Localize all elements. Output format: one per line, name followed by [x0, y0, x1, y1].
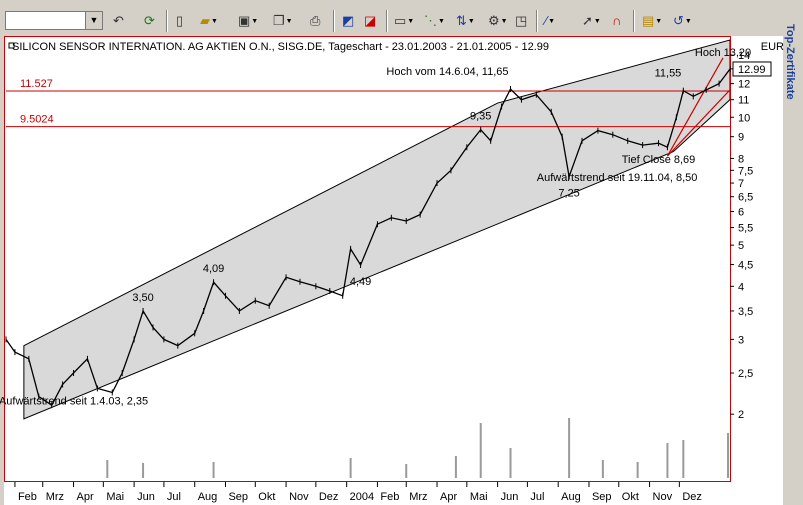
x-tick-label: Aug	[198, 491, 218, 503]
trend-channel	[23, 39, 730, 420]
y-tick-label: 5,5	[738, 223, 753, 235]
y-tick-label: 5	[738, 240, 744, 252]
x-tick-label: Feb	[18, 491, 37, 503]
y-tick-label: 7,5	[738, 165, 753, 177]
annotation-label: 11,55	[655, 68, 682, 80]
volume-bar	[509, 448, 512, 478]
volume-bar	[601, 460, 604, 478]
volume-bar	[349, 458, 352, 478]
volume-bar	[142, 463, 145, 478]
annotation-label: 9,35	[470, 111, 491, 123]
x-tick-label: Mrz	[46, 491, 64, 503]
y-tick-label: 4	[738, 281, 744, 293]
annotation-label: 7,25	[558, 188, 579, 200]
y-tick-label: 6,5	[738, 192, 753, 204]
x-tick-label: Mai	[106, 491, 124, 503]
volume-bar	[106, 460, 109, 478]
x-tick-label: Jul	[530, 491, 544, 503]
x-tick-label: Dez	[682, 491, 702, 503]
x-tick-label: Mai	[470, 491, 488, 503]
x-tick-label: Nov	[289, 491, 309, 503]
y-tick-label: 2	[738, 409, 744, 421]
y-tick-label: 4,5	[738, 260, 753, 272]
y-tick-label: 3,5	[738, 306, 753, 318]
annotation-label: Aufwärtstrend seit 1.4.03, 2,35	[0, 395, 148, 407]
x-tick-label: Apr	[440, 491, 457, 503]
y-tick-label: 3	[738, 334, 744, 346]
y-tick-label: 14	[738, 50, 750, 62]
x-tick-label: 2004	[350, 491, 374, 503]
y-tick-label: 6	[738, 206, 744, 218]
x-tick-label: Sep	[228, 491, 248, 503]
y-tick-label: 10	[738, 112, 750, 124]
annotation-label: 4,09	[203, 263, 224, 275]
last-price-label: 12.99	[738, 64, 766, 76]
annotation-label: 4,49	[350, 276, 371, 288]
y-tick-label: 11	[738, 95, 749, 107]
volume-bar	[682, 440, 685, 478]
x-tick-label: Apr	[77, 491, 94, 503]
volume-bar	[727, 433, 730, 478]
horizontal-line-label: 11.527	[20, 78, 53, 90]
annotation-label: 3,50	[132, 292, 153, 304]
volume-bar	[212, 462, 215, 478]
horizontal-line-label: 9.5024	[20, 114, 54, 126]
volume-bar	[405, 464, 408, 478]
annotation-label: Hoch vom 14.6.04, 11,65	[386, 66, 508, 78]
x-tick-label: Jun	[501, 491, 519, 503]
x-tick-label: Dez	[319, 491, 339, 503]
volume-bar	[479, 423, 482, 478]
y-tick-label: 8	[738, 153, 744, 165]
x-tick-label: Okt	[622, 491, 639, 503]
x-tick-label: Nov	[653, 491, 673, 503]
x-tick-label: Aug	[561, 491, 581, 503]
currency-label: EUR	[761, 41, 784, 53]
x-tick-label: Sep	[592, 491, 612, 503]
annotation-label: Aufwärtstrend seit 19.11.04, 8,50	[537, 172, 698, 184]
x-tick-label: Okt	[258, 491, 275, 503]
x-tick-label: Jul	[167, 491, 181, 503]
y-tick-label: 7	[738, 178, 744, 190]
chart-title: SILICON SENSOR INTERNATION. AG AKTIEN O.…	[12, 41, 549, 53]
x-tick-label: Feb	[380, 491, 399, 503]
chart-svg: 11.527 9.5024 3,50 4,09 4,49 9,35 Hoch vom 14.…	[0, 39, 784, 503]
volume-bar	[636, 462, 639, 478]
annotation-label: Tief Close 8,69	[622, 154, 696, 166]
y-tick-label: 2,5	[738, 368, 753, 380]
volume-bar	[666, 443, 669, 478]
x-tick-label: Mrz	[409, 491, 427, 503]
x-tick-label: Jun	[137, 491, 155, 503]
volume-bar	[454, 456, 457, 478]
volume-bar	[568, 418, 571, 478]
y-tick-label: 9	[738, 132, 744, 144]
y-tick-label: 12	[738, 79, 750, 91]
